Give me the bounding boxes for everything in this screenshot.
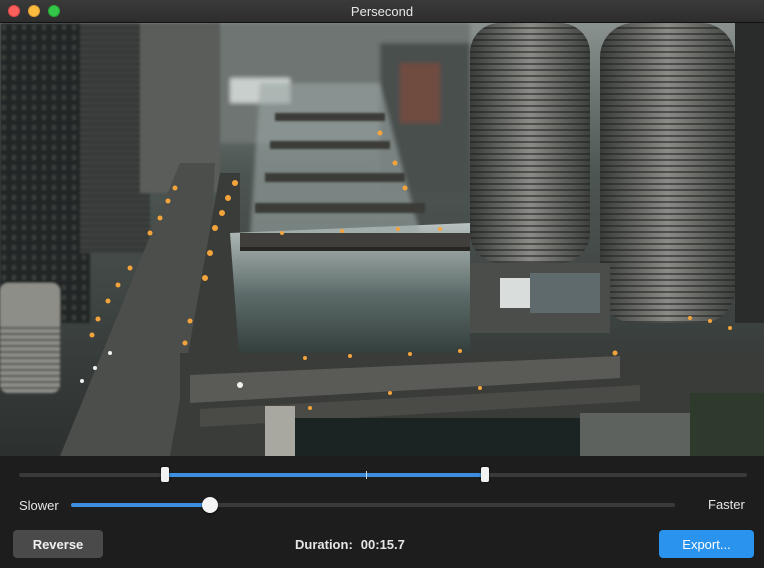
speed-slider-fill bbox=[71, 503, 210, 507]
reverse-button[interactable]: Reverse bbox=[13, 530, 103, 558]
window-title: Persecond bbox=[350, 3, 414, 19]
close-window-button[interactable] bbox=[8, 5, 20, 17]
faster-label: Faster bbox=[708, 497, 745, 512]
duration-value: 00:15.7 bbox=[360, 537, 405, 552]
video-frame-image bbox=[0, 23, 764, 456]
duration-display: Duration: 00:15.7 bbox=[295, 537, 405, 552]
minimize-window-button[interactable] bbox=[28, 5, 40, 17]
playhead-marker[interactable] bbox=[366, 471, 368, 479]
trim-start-handle[interactable] bbox=[160, 467, 169, 482]
trim-end-handle[interactable] bbox=[480, 467, 489, 482]
zoom-window-button[interactable] bbox=[48, 5, 60, 17]
duration-label: Duration: bbox=[295, 537, 353, 552]
trim-timeline[interactable] bbox=[19, 471, 747, 479]
slower-label: Slower bbox=[19, 498, 59, 513]
speed-slider-knob[interactable] bbox=[201, 497, 218, 513]
title-bar[interactable]: Persecond bbox=[0, 0, 764, 23]
trim-selected-range bbox=[164, 473, 485, 477]
video-preview[interactable] bbox=[0, 23, 764, 456]
speed-slider[interactable] bbox=[71, 503, 675, 507]
window-controls bbox=[8, 5, 60, 17]
export-button[interactable]: Export... bbox=[659, 530, 754, 558]
